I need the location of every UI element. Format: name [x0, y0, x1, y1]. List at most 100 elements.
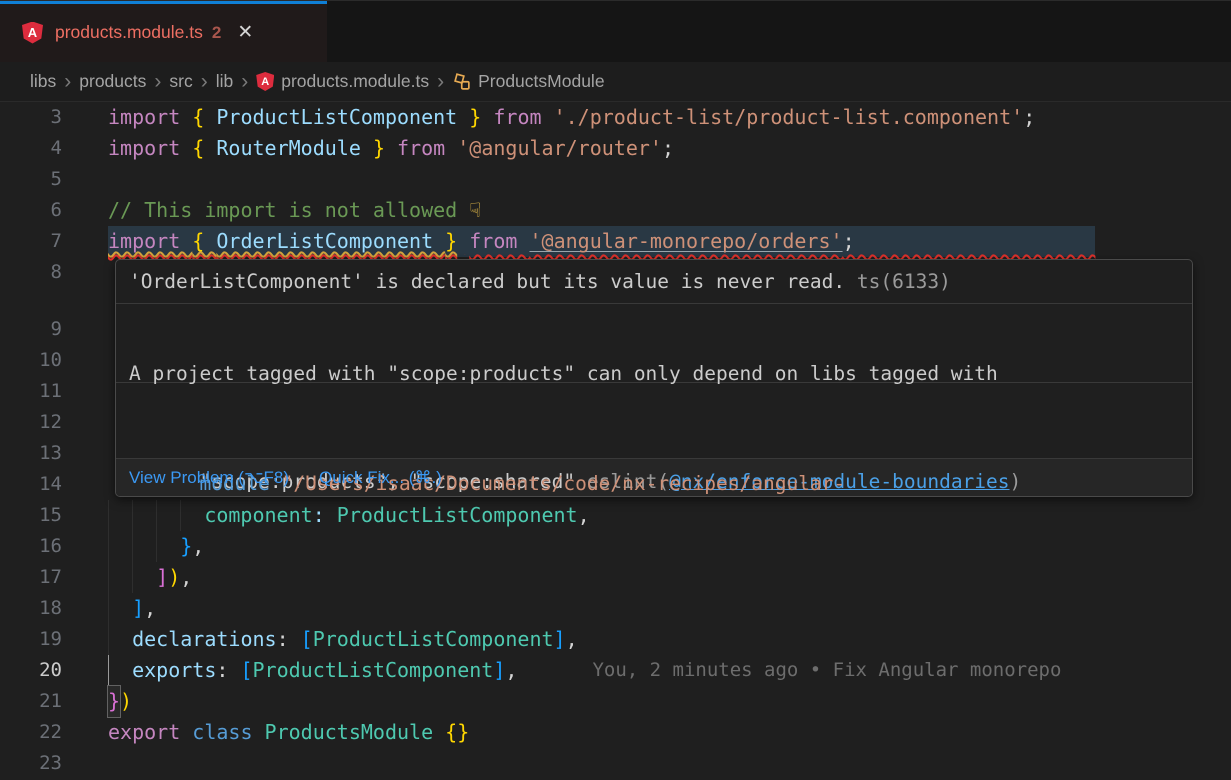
code-content[interactable]: import { RouterModule } from '@angular/r… — [108, 133, 674, 164]
code-content[interactable]: component: ProductListComponent, — [108, 500, 590, 531]
active-tab-top-border — [0, 1, 327, 4]
git-blame-annotation: You, 2 minutes ago • Fix Angular monorep… — [592, 655, 1061, 686]
code-token: import — [108, 229, 192, 253]
code-content[interactable]: import { OrderListComponent } from '@ang… — [108, 226, 1095, 257]
code-token: ProductListComponent — [216, 102, 469, 133]
breadcrumb-file[interactable]: Aproducts.module.ts — [256, 71, 429, 92]
code-token: ProductsModule — [265, 717, 446, 748]
chevron-right-icon: › — [437, 71, 444, 92]
code-content[interactable]: exports: [ProductListComponent],You, 2 m… — [108, 655, 1061, 686]
code-token: , — [180, 562, 192, 593]
code-content[interactable]: ], — [108, 593, 156, 624]
code-token: : — [216, 655, 240, 686]
code-token: ) — [120, 686, 132, 717]
code-line-21: 21}) — [0, 686, 1231, 717]
code-token: [ — [240, 655, 252, 686]
view-problem-action[interactable]: View Problem (⌥F8) — [129, 468, 289, 488]
quick-fix-action[interactable]: Quick Fix... (⌘.) — [319, 468, 442, 488]
indent-guide — [108, 562, 132, 593]
code-token: [ — [301, 624, 313, 655]
code-token: , — [578, 500, 590, 531]
code-line-18: 18], — [0, 593, 1231, 624]
line-number: 10 — [0, 345, 62, 376]
code-line-16: 16}, — [0, 531, 1231, 562]
line-number: 22 — [0, 717, 62, 748]
code-token: , — [566, 624, 578, 655]
line-number: 15 — [0, 500, 62, 531]
line-number: 9 — [0, 314, 62, 345]
code-token: , — [505, 655, 517, 686]
angular-icon: A — [22, 22, 43, 44]
code-token: ] — [493, 655, 505, 686]
line-number: 17 — [0, 562, 62, 593]
code-token: component — [204, 500, 312, 531]
tab-title: products.module.ts — [55, 22, 203, 43]
line-number: 16 — [0, 531, 62, 562]
code-content[interactable]: // This import is not allowed ☟ — [108, 195, 481, 226]
indent-guide — [108, 624, 132, 655]
breadcrumb-folder-src[interactable]: src — [169, 71, 192, 92]
code-content[interactable]: import { ProductListComponent } from './… — [108, 102, 1035, 133]
code-token: '@angular-monorepo/orders' — [529, 229, 842, 253]
code-token: declarations — [132, 624, 277, 655]
code-content[interactable]: ]), — [108, 562, 192, 593]
hover-diagnostic-eslint: A project tagged with "scope:products" c… — [116, 304, 1192, 383]
code-token: , — [144, 593, 156, 624]
line-number: 18 — [0, 593, 62, 624]
breadcrumb-folder-lib[interactable]: lib — [216, 71, 234, 92]
angular-icon: A — [256, 72, 274, 91]
code-token: class — [192, 717, 264, 748]
line-number: 7 — [0, 226, 62, 257]
code-token — [457, 229, 469, 253]
indent-guide — [156, 531, 180, 562]
diagnostic-source: ts(6133) — [857, 270, 951, 293]
indent-guide — [180, 500, 204, 531]
tab-bar: A products.module.ts 2 ✕ — [0, 0, 1231, 62]
code-line-15: 15 component: ProductListComponent, — [0, 500, 1231, 531]
line-number: 23 — [0, 748, 62, 779]
code-line-20: 20 exports: [ProductListComponent],You, 2… — [0, 655, 1231, 686]
breadcrumb: libs›products›src›lib›Aproducts.module.t… — [0, 62, 1231, 102]
code-content[interactable]: export class ProductsModule {} — [108, 717, 469, 748]
breadcrumb-folder-products[interactable]: products — [79, 71, 146, 92]
code-token: ProductListComponent — [337, 500, 578, 531]
code-content[interactable]: declarations: [ProductListComponent], — [108, 624, 578, 655]
code-line-19: 19declarations: [ProductListComponent], — [0, 624, 1231, 655]
breadcrumb-folder-libs[interactable]: libs — [30, 71, 56, 92]
code-token: './product-list/product-list.component' — [554, 102, 1024, 133]
hover-diagnostic-ts: 'OrderListComponent' is declared but its… — [116, 260, 1192, 304]
indent-guide — [132, 531, 156, 562]
code-line-7: 7 import { OrderListComponent } from '@an… — [0, 226, 1231, 257]
indent-guide — [108, 593, 132, 624]
code-token: , — [192, 531, 204, 562]
code-line-17: 17]), — [0, 562, 1231, 593]
code-token: } — [180, 531, 192, 562]
code-token: RouterModule — [216, 133, 373, 164]
code-token: { — [192, 229, 216, 253]
code-line-23: 23 — [0, 748, 1231, 779]
line-number: 3 — [0, 102, 62, 133]
line-number: 20 — [0, 655, 62, 686]
code-token: } — [373, 133, 397, 164]
breadcrumb-symbol[interactable]: ProductsModule — [452, 71, 604, 92]
code-token: {} — [445, 717, 469, 748]
breadcrumb-file-label: products.module.ts — [281, 71, 429, 92]
indent-guide — [108, 500, 132, 531]
code-line-5: 5 — [0, 164, 1231, 195]
line-number: 21 — [0, 686, 62, 717]
code-content[interactable]: }, — [108, 531, 204, 562]
code-line-3: 3 import { ProductListComponent } from '.… — [0, 102, 1231, 133]
tab-products-module[interactable]: A products.module.ts 2 ✕ — [0, 2, 327, 63]
close-icon[interactable]: ✕ — [237, 23, 253, 42]
code-token: : — [277, 624, 301, 655]
chevron-right-icon: › — [201, 71, 208, 92]
indent-guide — [156, 500, 180, 531]
code-token: { — [192, 133, 216, 164]
indent-guide — [132, 500, 156, 531]
code-token: ; — [1023, 102, 1035, 133]
chevron-right-icon: › — [241, 71, 248, 92]
line-number: 12 — [0, 407, 62, 438]
tab-problem-count: 2 — [212, 23, 221, 43]
code-content[interactable]: }) — [108, 686, 132, 717]
code-token: export — [108, 717, 192, 748]
